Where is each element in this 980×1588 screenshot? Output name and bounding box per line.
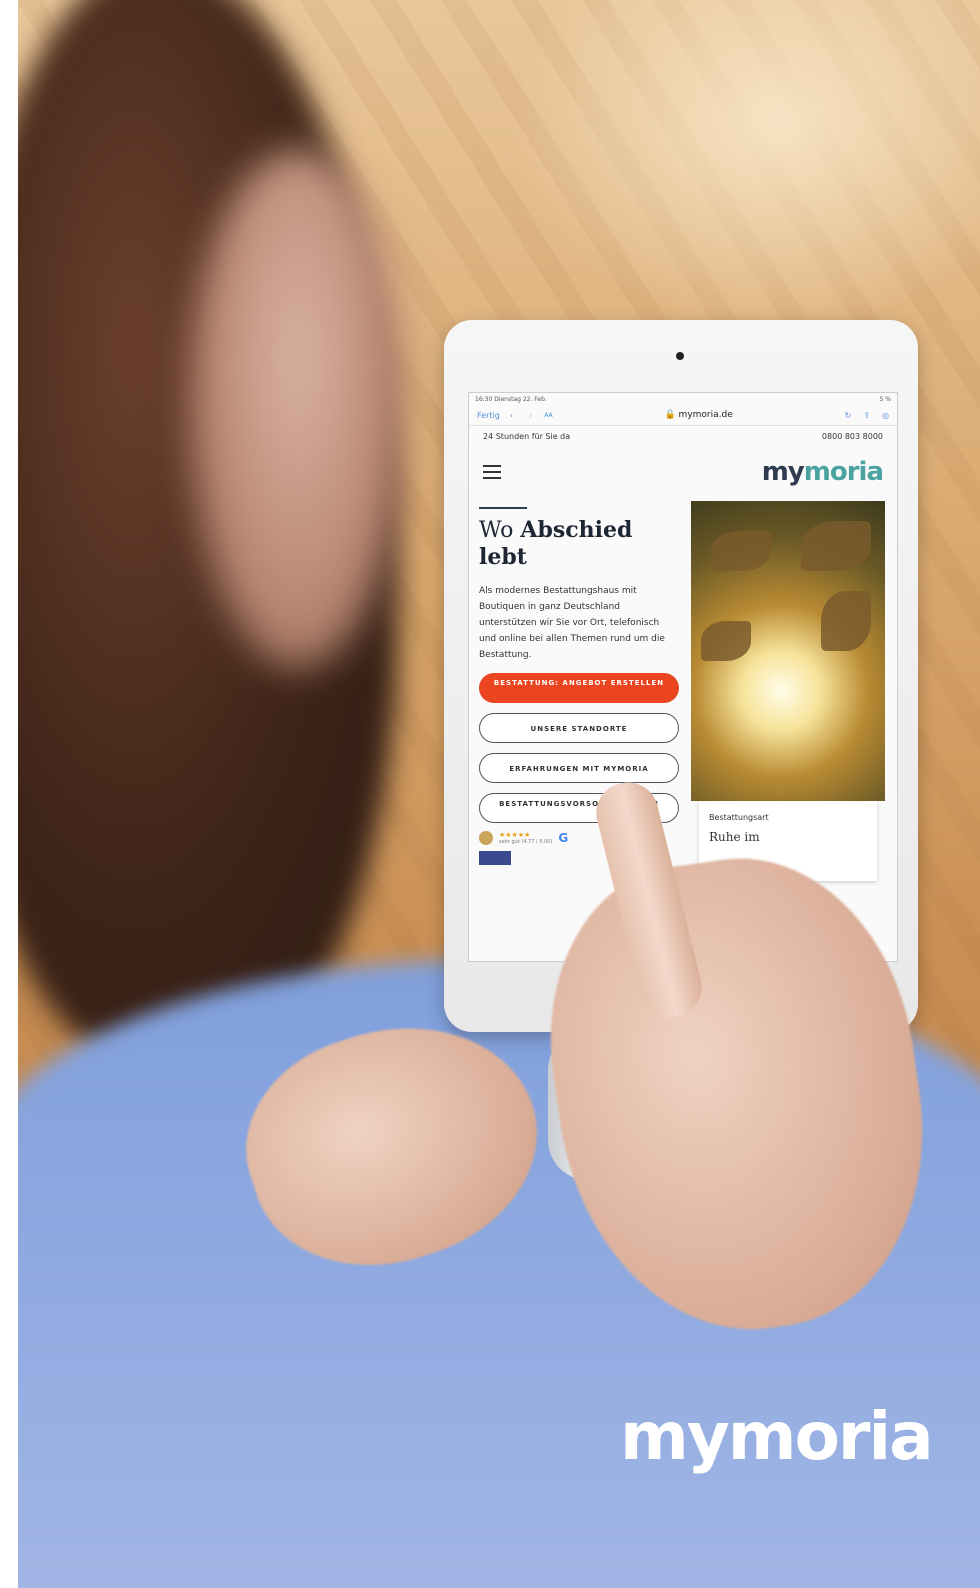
reload-icon[interactable]: ↻ <box>845 411 852 420</box>
status-time: 16:30 Dienstag 22. Feb. <box>475 395 547 403</box>
site-logo[interactable]: mymoria <box>761 457 884 487</box>
back-arrow-icon[interactable]: ‹ <box>510 411 513 420</box>
offer-button[interactable]: BESTATTUNG: ANGEBOT ERSTELLEN <box>479 673 679 703</box>
status-battery: 5 % <box>879 395 891 403</box>
rating-stars: ★★★★★ <box>499 831 531 839</box>
card-label: Bestattungsart <box>709 813 769 822</box>
text-size-button[interactable]: AA <box>544 412 552 419</box>
rating-block: ★★★★★ sehr gut (4.77 / 5.00) <box>499 831 552 845</box>
site-nav: mymoria <box>469 447 897 501</box>
browser-url-bar[interactable]: Fertig ‹ › AA 🔒 mymoria.de ↻ ⇪ ◎ <box>469 405 897 426</box>
photo-scene: 16:30 Dienstag 22. Feb. 5 % Fertig ‹ › A… <box>18 0 980 1588</box>
leaf-shape <box>711 531 771 571</box>
topline-availability: 24 Stunden für Sie da <box>483 432 571 441</box>
hero-headline: Wo Abschied lebt <box>479 517 679 571</box>
google-icon: G <box>558 831 569 845</box>
compass-icon[interactable]: ◎ <box>882 411 889 420</box>
camera-icon <box>676 352 684 360</box>
leaf-shape <box>801 521 871 571</box>
brand-logo: mymoria <box>620 1398 934 1475</box>
topline-phone[interactable]: 0800 803 8000 <box>822 432 883 441</box>
hero-photo <box>691 501 885 801</box>
experiences-button[interactable]: ERFAHRUNGEN MIT MYMORIA <box>479 753 679 783</box>
headline-rule <box>479 507 527 509</box>
person-face <box>188 150 408 670</box>
award-badge-icon <box>479 851 511 865</box>
card-title: Ruhe im <box>709 830 760 844</box>
url-text: mymoria.de <box>678 410 733 420</box>
forward-arrow-icon[interactable]: › <box>529 411 532 420</box>
logo-part-my: my <box>761 457 805 487</box>
hamburger-menu-icon[interactable] <box>483 465 501 479</box>
hero-section: Wo Abschied lebt Als modernes Bestattung… <box>469 501 897 881</box>
site-topline: 24 Stunden für Sie da 0800 803 8000 <box>469 426 897 447</box>
browser-done-button[interactable]: Fertig <box>477 411 500 420</box>
headline-normal: Wo <box>479 518 514 543</box>
brand-part-moria: moria <box>727 1398 934 1475</box>
hero-image-column: Bestattungsart Ruhe im <box>691 501 887 881</box>
rating-seal-icon <box>479 831 493 845</box>
hero-intro: Als modernes Bestattungshaus mit Boutiqu… <box>479 586 665 660</box>
leaf-shape <box>821 591 871 651</box>
share-icon[interactable]: ⇪ <box>863 411 870 420</box>
url-field[interactable]: 🔒 mymoria.de <box>553 410 845 420</box>
status-bar: 16:30 Dienstag 22. Feb. 5 % <box>469 393 897 405</box>
logo-part-moria: moria <box>803 457 884 487</box>
locations-button[interactable]: UNSERE STANDORTE <box>479 713 679 743</box>
rating-text: sehr gut (4.77 / 5.00) <box>499 839 553 845</box>
leaf-shape <box>701 621 751 661</box>
brand-part-my: my <box>620 1398 730 1475</box>
